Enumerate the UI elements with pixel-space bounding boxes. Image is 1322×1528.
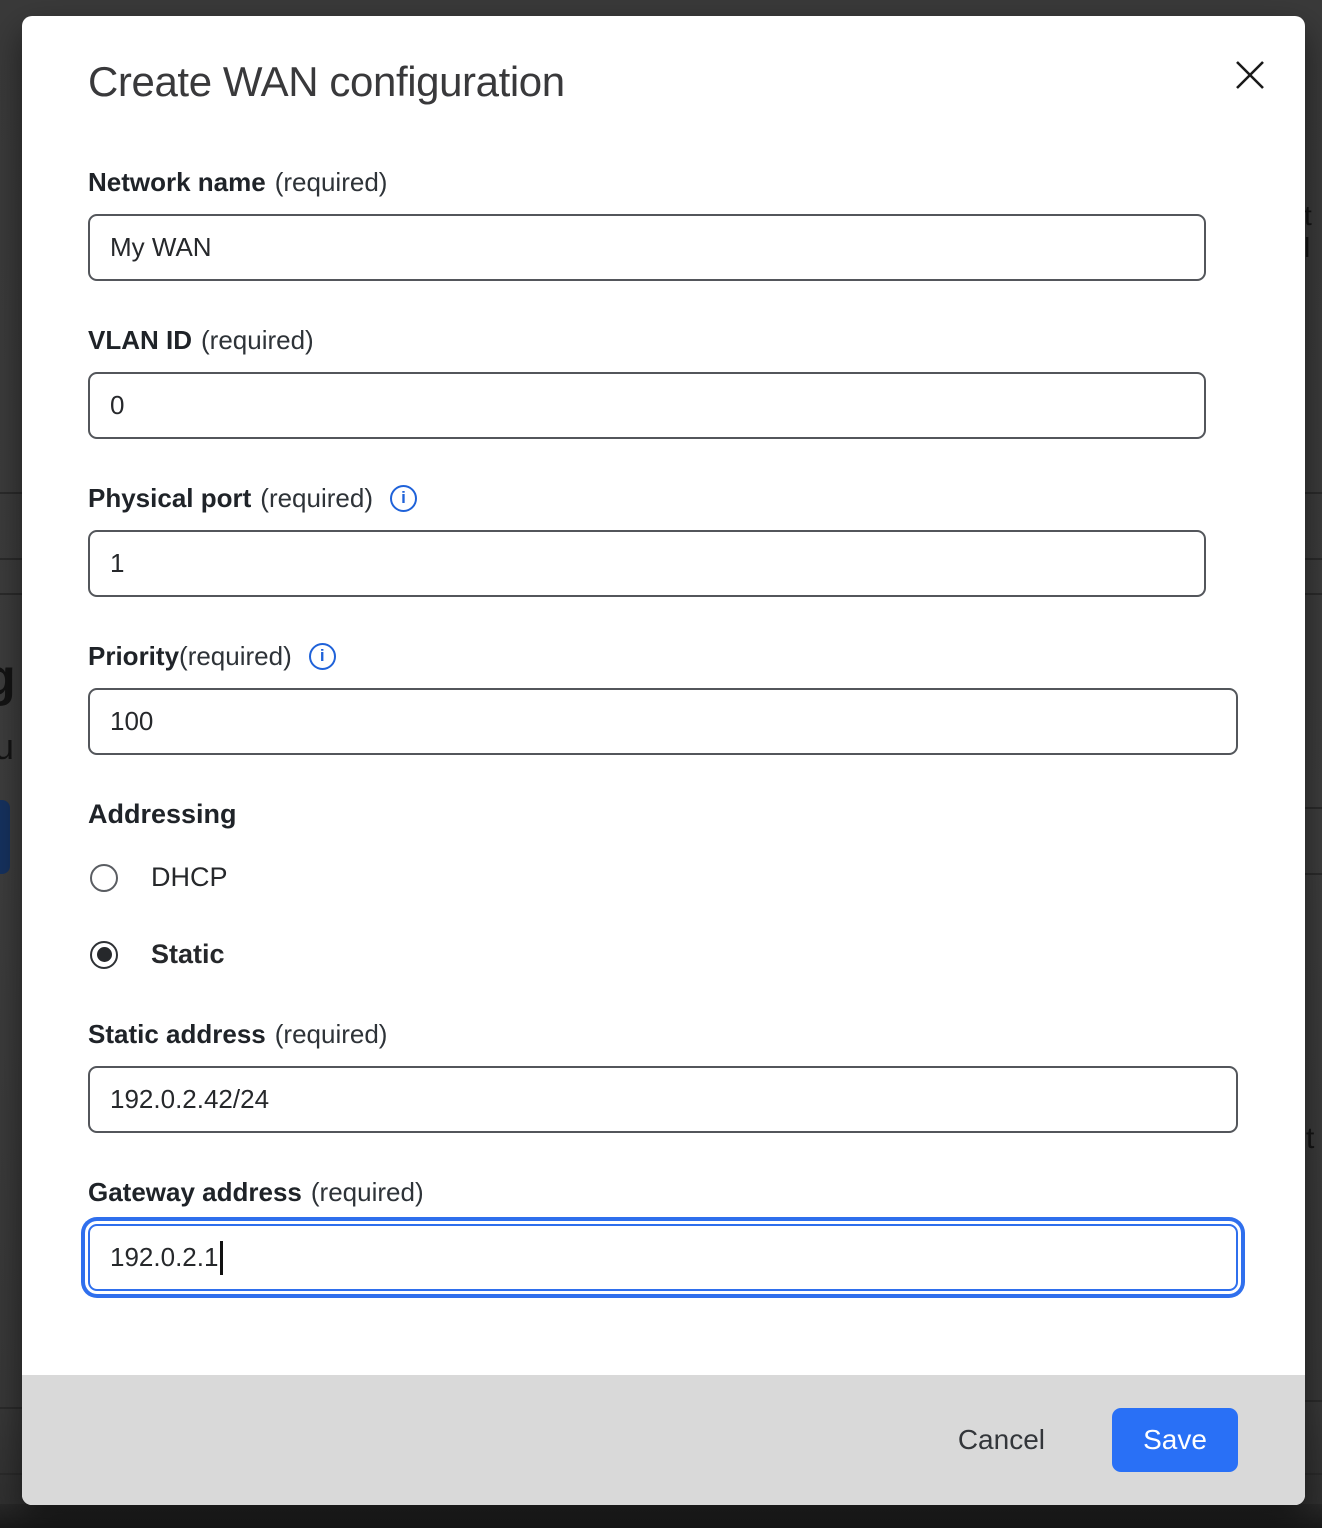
field-gateway-address: Gateway address (required) 192.0.2.1 — [88, 1176, 1239, 1291]
background-divider — [0, 1473, 22, 1475]
create-wan-dialog: Create WAN configuration Network name (r… — [22, 16, 1305, 1505]
vlan-id-label-row: VLAN ID (required) — [88, 324, 1239, 356]
background-text-fragment: u — [0, 726, 14, 768]
save-button[interactable]: Save — [1112, 1408, 1238, 1472]
physical-port-label-row: Physical port (required) i — [88, 482, 1239, 514]
background-divider — [1305, 1473, 1322, 1475]
priority-label-row: Priority (required) i — [88, 640, 1239, 672]
background-divider — [1305, 807, 1322, 809]
radio-circle-icon — [90, 941, 118, 969]
info-icon[interactable]: i — [309, 643, 336, 670]
background-divider — [1305, 593, 1322, 595]
background-button-fragment — [0, 800, 10, 874]
background-divider — [1305, 1400, 1322, 1402]
radio-dhcp[interactable]: DHCP — [88, 862, 1239, 893]
radio-dhcp-label: DHCP — [151, 862, 228, 893]
background-text-fragment: t — [1306, 1122, 1314, 1156]
dialog-body: Create WAN configuration Network name (r… — [22, 16, 1305, 1375]
dialog-title: Create WAN configuration — [88, 58, 1239, 106]
text-cursor — [220, 1241, 223, 1275]
static-address-label-row: Static address (required) — [88, 1018, 1239, 1050]
background-text-fragment: t l — [1304, 200, 1322, 264]
network-name-input[interactable] — [88, 214, 1206, 281]
static-address-input[interactable] — [88, 1066, 1238, 1133]
static-address-label: Static address — [88, 1018, 266, 1050]
dialog-footer: Cancel Save — [22, 1375, 1305, 1505]
field-network-name: Network name (required) — [88, 166, 1239, 281]
radio-circle-icon — [90, 864, 118, 892]
required-hint: (required) — [201, 324, 314, 356]
field-physical-port: Physical port (required) i — [88, 482, 1239, 597]
physical-port-label: Physical port — [88, 482, 251, 514]
required-hint: (required) — [179, 640, 292, 672]
vlan-id-label: VLAN ID — [88, 324, 192, 356]
field-static-address: Static address (required) — [88, 1018, 1239, 1133]
screen: g u t l t Create WAN configuration — [0, 0, 1322, 1528]
required-hint: (required) — [275, 1018, 388, 1050]
background-divider — [1305, 492, 1322, 494]
addressing-section-label: Addressing — [88, 798, 1239, 830]
background-divider — [1305, 873, 1322, 875]
network-name-label-row: Network name (required) — [88, 166, 1239, 198]
priority-label: Priority — [88, 640, 179, 672]
gateway-address-input[interactable]: 192.0.2.1 — [88, 1224, 1238, 1291]
field-vlan-id: VLAN ID (required) — [88, 324, 1239, 439]
gateway-address-label-row: Gateway address (required) — [88, 1176, 1239, 1208]
background-divider — [0, 492, 22, 494]
radio-static[interactable]: Static — [88, 939, 1239, 970]
physical-port-input[interactable] — [88, 530, 1206, 597]
required-hint: (required) — [260, 482, 373, 514]
required-hint: (required) — [275, 166, 388, 198]
field-priority: Priority (required) i — [88, 640, 1239, 755]
info-icon[interactable]: i — [390, 485, 417, 512]
background-text-fragment: g — [0, 648, 16, 708]
gateway-address-value: 192.0.2.1 — [110, 1242, 218, 1273]
background-divider — [0, 1407, 22, 1409]
cancel-button[interactable]: Cancel — [940, 1414, 1063, 1466]
radio-static-label: Static — [151, 939, 225, 970]
backdrop-bottom-shadow — [0, 1504, 1322, 1528]
priority-input[interactable] — [88, 688, 1238, 755]
vlan-id-input[interactable] — [88, 372, 1206, 439]
background-divider — [0, 593, 22, 595]
gateway-address-label: Gateway address — [88, 1176, 302, 1208]
required-hint: (required) — [311, 1176, 424, 1208]
background-divider — [0, 558, 22, 560]
network-name-label: Network name — [88, 166, 266, 198]
background-divider — [1305, 558, 1322, 560]
